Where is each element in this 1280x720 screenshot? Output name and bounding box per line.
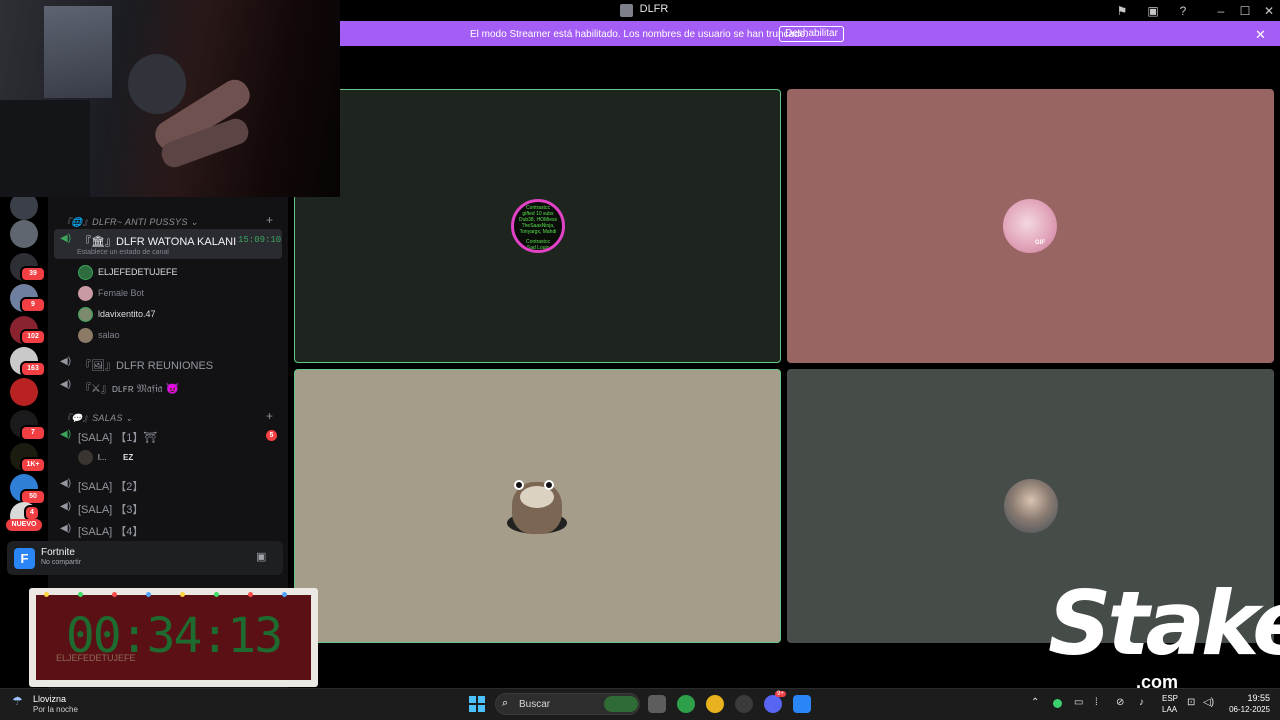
close-icon[interactable]: ✕ [1255,27,1266,43]
activity-subtitle: No compartir [41,559,82,566]
help-icon[interactable]: ? [1175,3,1191,19]
speaker-icon: ◀) [60,501,72,512]
status-dot-icon[interactable] [1053,699,1062,708]
avatar: GIF [1003,199,1057,253]
maximize-icon[interactable]: ☐ [1237,3,1253,19]
xmas-light [248,592,253,597]
search-icon: ⌕ [502,697,509,709]
new-badge: NUEVO [6,519,42,531]
xmas-light [44,592,49,597]
tray-grid-icon[interactable]: ⁞ [1095,697,1098,708]
disable-streamer-button[interactable]: Deshabilitar [779,26,844,42]
xmas-light [78,592,83,597]
avatar [78,328,93,343]
chrome-icon[interactable] [706,695,724,713]
channel-name[interactable]: [SALA] 【3】 [78,501,143,517]
xmas-light [282,592,287,597]
member-name[interactable]: ELJEFEDETUJEFE [98,267,178,277]
avatar-text: Tonyargx, Mahdi [519,229,557,235]
add-channel-icon[interactable]: + [266,409,273,423]
xmas-light [214,592,219,597]
taskbar [0,688,1280,720]
otter-image [514,480,524,490]
notification-badge: 163 [20,361,46,377]
clock-time[interactable]: 19:55 [1226,693,1270,703]
stake-logo: Stake [1048,572,1280,675]
channel-status[interactable]: Establece un estado de canal [77,249,169,256]
server-icon[interactable] [10,220,38,248]
speaker-icon: ◀) [60,478,72,489]
speaker-icon: ◀) [60,429,72,440]
minimize-icon[interactable]: – [1213,3,1229,19]
avatar [1004,479,1058,533]
weather-condition[interactable]: Llovizna [33,694,66,704]
category-header[interactable]: 『💬』SALAS ⌄ [62,411,133,424]
notification-badge: 9 [20,297,46,313]
member-name[interactable]: salao [98,330,120,340]
fortnite-icon: F [14,548,35,569]
activity-title: Fortnite [41,547,75,558]
clock-date: 06-12-2025 [1229,705,1270,714]
avatar [78,307,93,322]
channel-name[interactable]: 『⚔』ᴅʟꜰʀ 𝔐𝔞𝔣𝔦𝔞 😈 [80,380,179,396]
chrome-canary-icon[interactable] [677,695,695,713]
channel-timer: 15:09:10 [238,235,282,245]
language-indicator[interactable]: ESP [1162,694,1178,703]
keyboard-layout: LAA [1162,705,1178,714]
search-highlight-image [604,696,638,712]
avatar [78,265,93,280]
speaker-icon: ◀) [60,233,72,244]
inbox-icon[interactable]: ⚑ [1114,3,1130,19]
weather-icon[interactable]: ☂ [12,694,28,710]
xmas-light [180,592,185,597]
channel-name[interactable]: 『🖼』DLFR REUNIONES [80,357,213,373]
member-tag: EZ [123,453,134,462]
notification-badge: 7 [20,425,46,441]
task-view-icon[interactable] [648,695,666,713]
notification-badge: 39 [20,266,46,282]
fortnite-taskbar-icon[interactable] [793,695,811,713]
xmas-light [146,592,151,597]
close-window-icon[interactable]: ✕ [1261,3,1277,19]
channel-name[interactable]: [SALA] 【4】 [78,523,143,539]
channel-name[interactable]: [SALA] 【2】 [78,478,143,494]
avatar: Contrastcc gifted 10 subs Dub38, HOMiess… [511,199,565,253]
notification-badge: 102 [20,329,46,345]
otter-image [544,480,554,490]
avatar [78,450,93,465]
banner-text: El modo Streamer está habilitado. Los no… [470,29,808,40]
member-name[interactable]: l... [98,453,106,462]
member-name[interactable]: Female Bot [98,288,144,298]
screen-share-icon[interactable]: ▣ [256,550,270,564]
server-icon[interactable] [10,378,38,406]
channel-name: 『🏛』DLFR WATONA KALANI [80,236,237,248]
avatar [78,286,93,301]
windows-start-icon[interactable] [469,696,485,712]
xmas-light [112,592,117,597]
weather-subtitle: Por la noche [33,705,78,714]
search-placeholder: Buscar [519,699,551,710]
tray-app-icon[interactable]: ▭ [1074,697,1083,708]
category-header[interactable]: 『🌐』DLFR~ ANTI PUSSYS ⌄ [62,215,198,228]
speaker-icon: ◀) [60,379,72,390]
member-name[interactable]: ldavixentito.47 [98,309,156,319]
network-icon[interactable]: ⊡ [1187,697,1195,708]
microphone-icon[interactable]: ♪ [1139,697,1144,708]
notification-badge: 9+ [775,691,786,697]
webcam-overlay [0,0,340,197]
gif-label: GIF [1035,240,1045,246]
channel-name[interactable]: [SALA] 【1】⛩ [78,429,157,445]
notification-badge: 5 [266,430,277,441]
chevron-up-icon[interactable]: ⌃ [1031,697,1039,708]
discord-icon[interactable] [764,695,782,713]
tray-network-off-icon[interactable]: ⊘ [1116,697,1124,708]
speaker-icon: ◀) [60,356,72,367]
screen-share-icon[interactable]: ▣ [1145,3,1161,19]
obs-icon[interactable] [735,695,753,713]
speaker-icon: ◀) [60,523,72,534]
notification-badge: 1K+ [20,457,46,473]
add-channel-icon[interactable]: + [266,213,273,227]
timer-username: ELJEFEDETUJEFE [56,653,136,663]
